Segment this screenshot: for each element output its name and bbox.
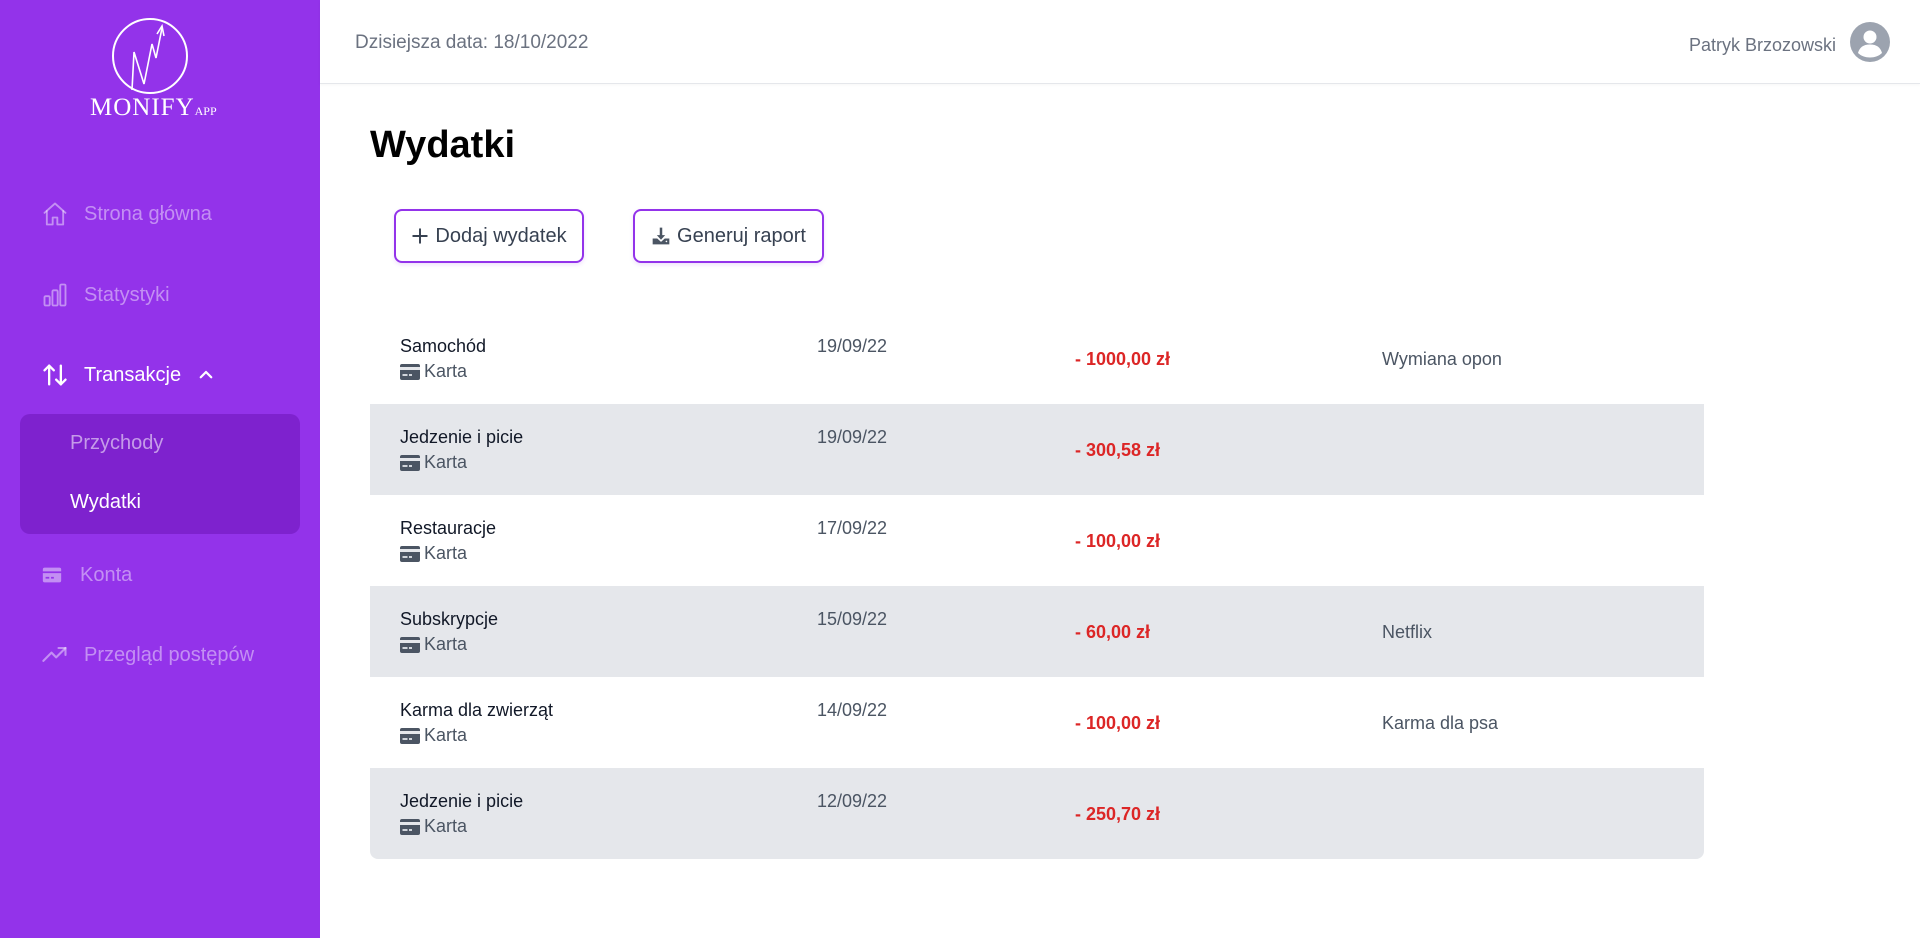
row-amount: - 250,70 zł	[1075, 804, 1161, 824]
sidebar-item-label: Transakcje	[84, 363, 182, 386]
credit-card-icon	[400, 454, 420, 471]
row-amount: - 60,00 zł	[1075, 622, 1151, 642]
row-account: Karta	[400, 816, 467, 837]
user-menu[interactable]: Patryk Brzozowski	[1689, 22, 1890, 62]
arrows-up-down-icon	[40, 360, 70, 390]
add-expense-label: Dodaj wydatek	[435, 224, 567, 247]
bar-chart-icon	[40, 280, 70, 310]
sidebar-item-label: Konta	[80, 563, 133, 586]
row-category: Subskrypcje	[400, 609, 499, 629]
sidebar-item-progress[interactable]: Przegląd postępów	[40, 635, 254, 675]
credit-card-icon	[400, 727, 420, 744]
transactions-submenu: Przychody Wydatki	[20, 414, 300, 534]
sidebar-item-statistics[interactable]: Statystyki	[40, 275, 170, 315]
table-row[interactable]: Subskrypcje Karta 15/09/22 - 60,00 zł Ne…	[370, 586, 1704, 677]
user-name: Patryk Brzozowski	[1688, 34, 1836, 55]
page-title: Wydatki	[370, 124, 516, 166]
row-category: Samochód	[400, 336, 487, 356]
table-row[interactable]: Samochód Karta 19/09/22 - 1000,00 zł Wym…	[370, 313, 1704, 404]
row-amount: - 300,58 zł	[1075, 440, 1161, 460]
row-account: Karta	[400, 361, 467, 382]
logo-wordmark: MONIFYAPP	[90, 94, 217, 121]
row-note: Wymiana opon	[1382, 349, 1502, 369]
row-amount: - 1000,00 zł	[1075, 349, 1171, 369]
credit-card-icon	[400, 363, 420, 380]
generate-report-button[interactable]: Generuj raport	[633, 209, 824, 263]
credit-card-icon	[400, 818, 420, 835]
row-account: Karta	[400, 543, 467, 564]
logo-arrow-icon	[131, 23, 165, 91]
sidebar-item-label: Strona główna	[84, 202, 212, 225]
avatar-icon[interactable]	[1850, 22, 1890, 62]
table-row[interactable]: Restauracje Karta 17/09/22 - 100,00 zł	[370, 495, 1704, 586]
chevron-up-icon[interactable]	[197, 366, 215, 384]
row-category: Restauracje	[400, 518, 497, 538]
row-account: Karta	[400, 634, 467, 655]
submenu-item-expenses[interactable]: Wydatki	[70, 491, 141, 514]
row-note: Netflix	[1382, 622, 1433, 642]
sidebar-item-home[interactable]: Strona główna	[40, 194, 212, 234]
row-date: 12/09/22	[817, 791, 888, 811]
sidebar-item-label: Przegląd postępów	[84, 643, 255, 666]
row-date: 14/09/22	[817, 700, 888, 720]
home-icon	[40, 199, 70, 229]
current-date: Dzisiejsza data: 18/10/2022	[355, 32, 589, 53]
row-category: Jedzenie i picie	[400, 427, 524, 447]
expenses-table: Samochód Karta 19/09/22 - 1000,00 zł Wym…	[370, 313, 1704, 859]
trending-up-icon	[40, 640, 70, 670]
row-date: 19/09/22	[817, 427, 888, 447]
row-amount: - 100,00 zł	[1075, 713, 1161, 733]
add-expense-button[interactable]: Dodaj wydatek	[394, 209, 584, 263]
plus-icon	[411, 227, 429, 245]
sidebar-item-accounts[interactable]: Konta	[40, 555, 132, 595]
row-category: Karma dla zwierząt	[400, 700, 554, 720]
row-category: Jedzenie i picie	[400, 791, 524, 811]
generate-report-label: Generuj raport	[677, 224, 806, 247]
sidebar-item-label: Statystyki	[84, 283, 170, 306]
sidebar: MONIFYAPP Strona główna Statystyki Trans…	[0, 0, 320, 938]
row-note: Karma dla psa	[1382, 713, 1499, 733]
table-row[interactable]: Jedzenie i picie Karta 19/09/22 - 300,58…	[370, 404, 1704, 495]
sidebar-item-transactions[interactable]: Transakcje	[40, 355, 215, 395]
credit-card-icon	[400, 636, 420, 653]
row-account: Karta	[400, 725, 467, 746]
submenu-item-income[interactable]: Przychody	[70, 432, 163, 455]
row-date: 19/09/22	[817, 336, 888, 356]
table-row[interactable]: Karma dla zwierząt Karta 14/09/22 - 100,…	[370, 677, 1704, 768]
row-amount: - 100,00 zł	[1075, 531, 1161, 551]
download-icon	[651, 226, 671, 246]
topbar: Dzisiejsza data: 18/10/2022 Patryk Brzoz…	[320, 0, 1920, 84]
row-account: Karta	[400, 452, 467, 473]
credit-card-icon	[400, 545, 420, 562]
table-row[interactable]: Jedzenie i picie Karta 12/09/22 - 250,70…	[370, 768, 1704, 859]
credit-card-icon	[40, 560, 64, 590]
row-date: 15/09/22	[817, 609, 888, 629]
row-date: 17/09/22	[817, 518, 888, 538]
monify-logo[interactable]: MONIFYAPP	[88, 14, 236, 126]
